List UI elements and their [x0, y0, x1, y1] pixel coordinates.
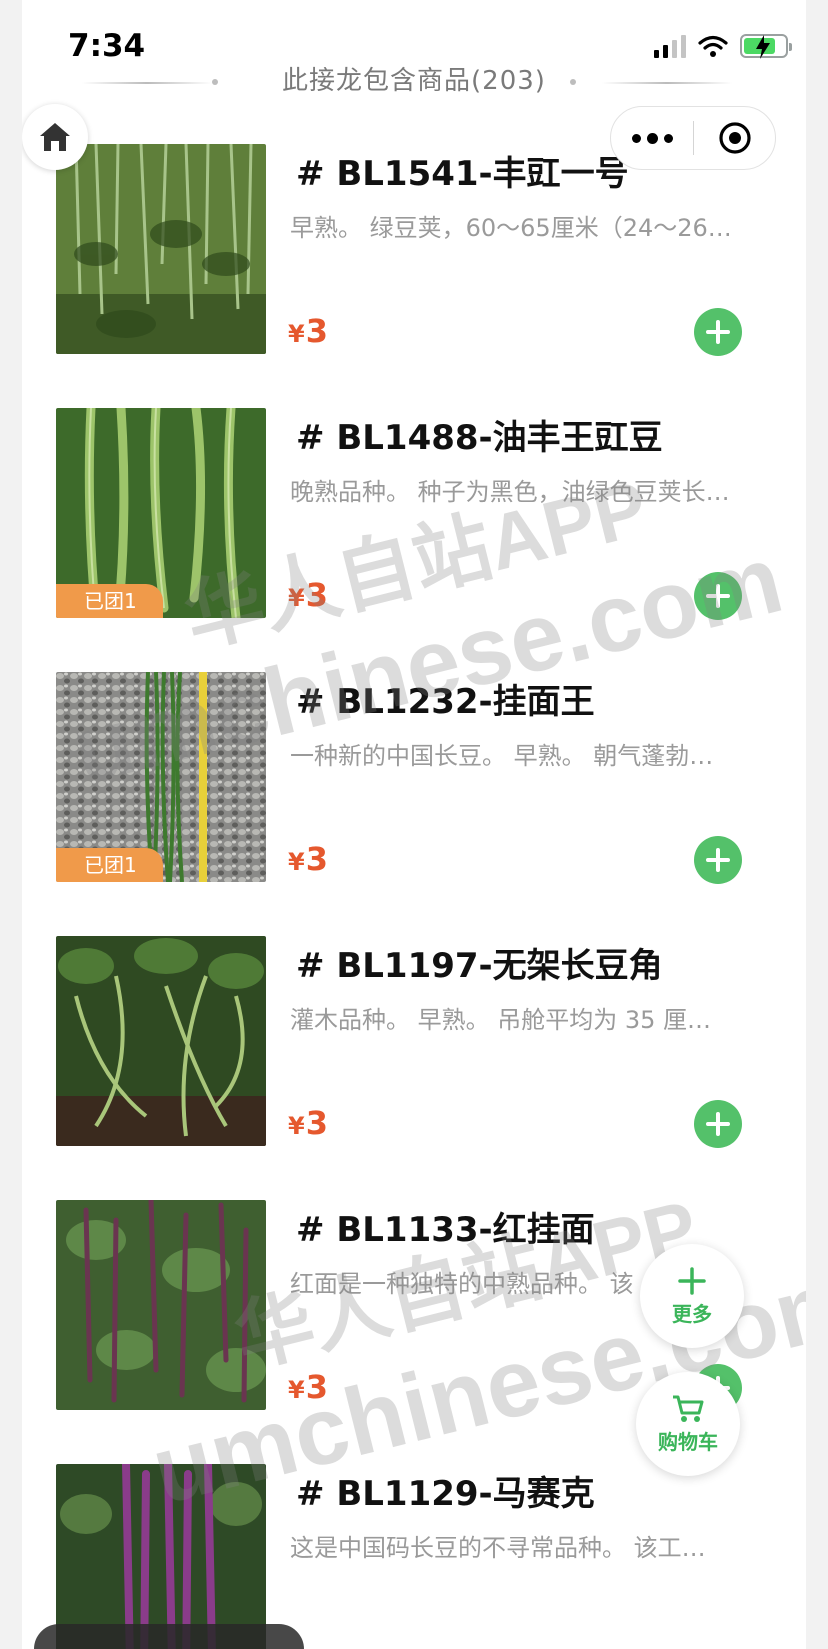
cart-label: 购物车	[658, 1429, 718, 1454]
target-close-icon	[718, 122, 751, 154]
product-title[interactable]: # BL1541-丰豇一号	[296, 146, 629, 195]
product-item[interactable]: # BL1197-无架长豆角 灌木品种。 早熟。 吊舱平均为 35 厘… ¥3	[22, 936, 806, 1200]
product-description: 晚熟品种。 种子为黑色，油绿色豆荚长…	[290, 478, 730, 506]
bottom-toast	[34, 1624, 304, 1649]
plus-icon	[706, 848, 730, 872]
product-description: 早熟。 绿豆荚，60～65厘米（24～26…	[290, 214, 732, 242]
product-title[interactable]: # BL1197-无架长豆角	[296, 938, 663, 987]
plus-icon	[706, 584, 730, 608]
price-value: 3	[305, 312, 328, 350]
product-image[interactable]: 已团1	[56, 408, 266, 618]
product-image[interactable]	[56, 936, 266, 1146]
product-description: 红面是一种独特的中熟品种。 该	[290, 1270, 634, 1298]
product-price: ¥3	[288, 1104, 328, 1142]
header-dot-right	[570, 79, 576, 85]
product-title[interactable]: # BL1488-油丰王豇豆	[296, 410, 663, 459]
product-price: ¥3	[288, 840, 328, 878]
product-image[interactable]	[56, 144, 266, 354]
product-title[interactable]: # BL1133-红挂面	[296, 1202, 595, 1251]
currency-symbol: ¥	[288, 320, 305, 348]
currency-symbol: ¥	[288, 1112, 305, 1140]
group-buy-badge: 已团1	[56, 584, 163, 618]
group-buy-badge: 已团1	[56, 848, 163, 882]
cart-float-button[interactable]: 购物车	[636, 1372, 740, 1476]
product-image[interactable]	[56, 1464, 266, 1649]
product-item[interactable]: # BL1129-马赛克 这是中国码长豆的不寻常品种。 该工…	[22, 1464, 806, 1649]
plus-icon	[706, 1112, 730, 1136]
add-to-cart-button[interactable]	[694, 1100, 742, 1148]
close-mini-program-button[interactable]	[694, 107, 775, 169]
currency-symbol: ¥	[288, 848, 305, 876]
wifi-icon	[698, 35, 728, 57]
currency-symbol: ¥	[288, 1376, 305, 1404]
status-icons	[654, 34, 792, 59]
currency-symbol: ¥	[288, 584, 305, 612]
product-price: ¥3	[288, 1368, 328, 1406]
product-description: 这是中国码长豆的不寻常品种。 该工…	[290, 1534, 706, 1562]
product-item[interactable]: 已团1 # BL1488-油丰王豇豆 晚熟品种。 种子为黑色，油绿色豆荚长… ¥…	[22, 408, 806, 672]
product-image[interactable]	[56, 1200, 266, 1410]
price-value: 3	[305, 1368, 328, 1406]
product-title[interactable]: # BL1232-挂面王	[296, 674, 595, 723]
product-description: 一种新的中国长豆。 早熟。 朝气蓬勃…	[290, 742, 714, 770]
cellular-signal-icon	[654, 34, 686, 58]
product-price: ¥3	[288, 576, 328, 614]
add-to-cart-button[interactable]	[694, 836, 742, 884]
product-image[interactable]: 已团1	[56, 672, 266, 882]
plus-icon	[706, 320, 730, 344]
shopping-cart-icon	[673, 1395, 704, 1422]
app-screen: # BL1541-丰豇一号 早熟。 绿豆荚，60～65厘米（24～26… ¥3	[22, 0, 806, 1649]
product-item[interactable]: 已团1 # BL1232-挂面王 一种新的中国长豆。 早熟。 朝气蓬勃… ¥3	[22, 672, 806, 936]
plus-icon	[678, 1266, 706, 1295]
charging-bolt-icon	[756, 35, 770, 59]
product-item[interactable]: # BL1541-丰豇一号 早熟。 绿豆荚，60～65厘米（24～26… ¥3	[22, 144, 806, 408]
status-time: 7:34	[68, 28, 146, 64]
battery-icon	[740, 34, 792, 59]
add-to-cart-button[interactable]	[694, 572, 742, 620]
add-to-cart-button[interactable]	[694, 308, 742, 356]
more-float-button[interactable]: 更多	[640, 1244, 744, 1348]
product-price: ¥3	[288, 312, 328, 350]
price-value: 3	[305, 576, 328, 614]
price-value: 3	[305, 1104, 328, 1142]
page-title: 此接龙包含商品(203)	[282, 66, 546, 96]
product-title[interactable]: # BL1129-马赛克	[296, 1466, 595, 1515]
header-divider-right	[602, 82, 732, 84]
more-options-button[interactable]	[611, 107, 693, 169]
price-value: 3	[305, 840, 328, 878]
home-icon	[40, 123, 70, 151]
product-description: 灌木品种。 早熟。 吊舱平均为 35 厘…	[290, 1006, 712, 1034]
mini-program-capsule	[610, 106, 776, 170]
more-label: 更多	[672, 1301, 712, 1326]
home-button[interactable]	[22, 104, 88, 170]
